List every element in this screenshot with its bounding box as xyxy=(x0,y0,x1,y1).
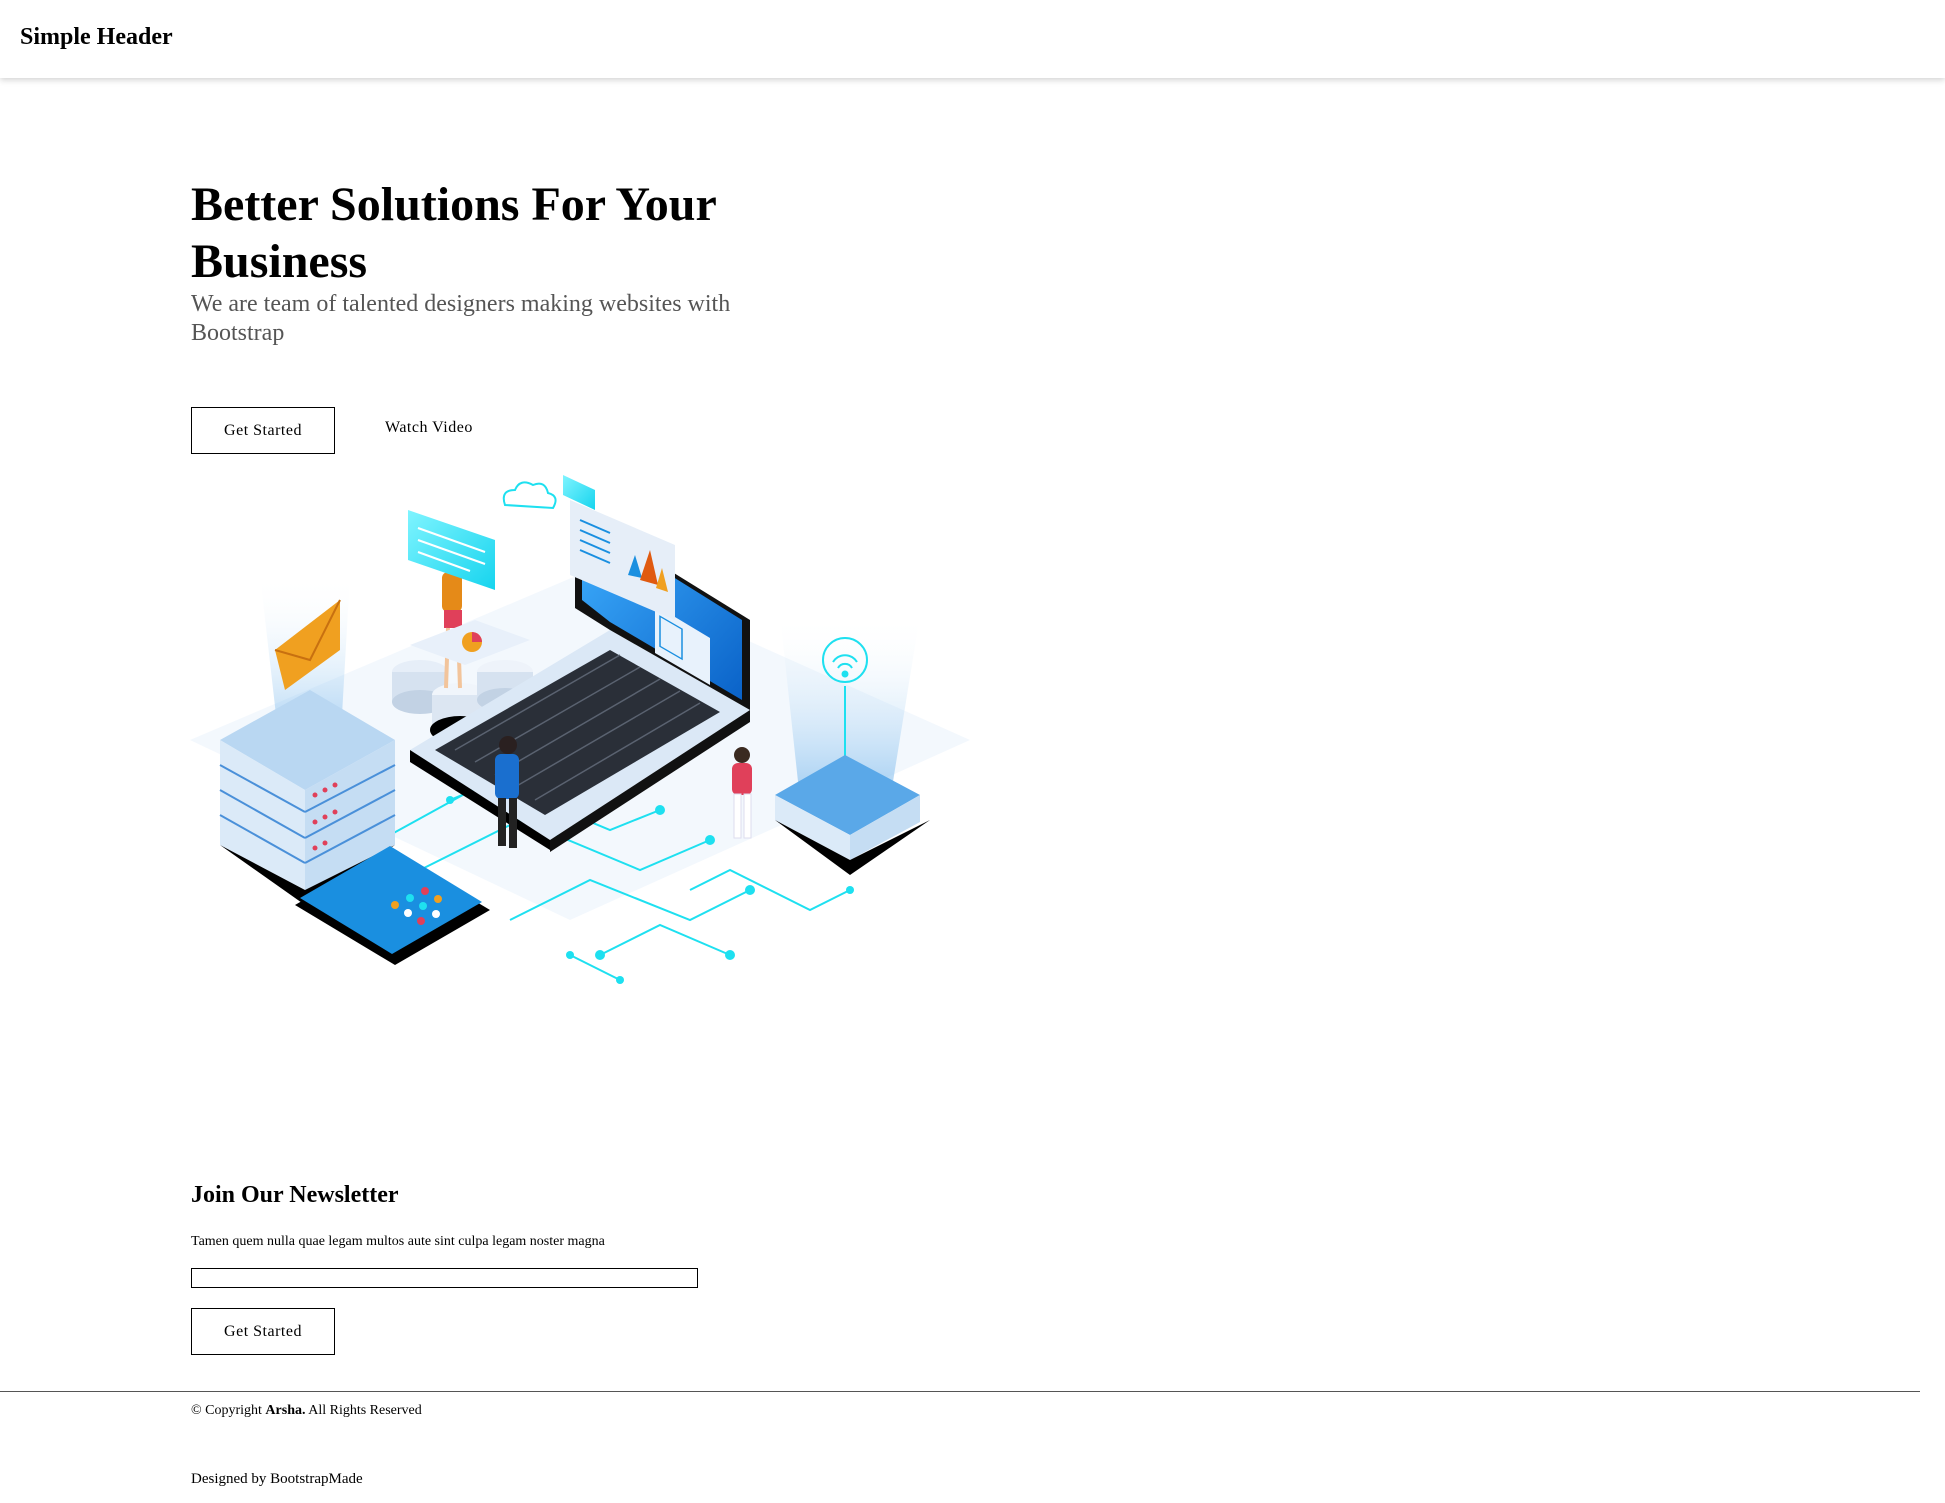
newsletter-title: Join Our Newsletter xyxy=(191,1182,399,1208)
cloud-icon xyxy=(502,481,557,510)
hero-subtitle: We are team of talented designers making… xyxy=(191,291,731,346)
get-started-button[interactable]: Get Started xyxy=(191,407,335,454)
footer-divider xyxy=(0,1391,1920,1392)
newsletter-email-input[interactable] xyxy=(191,1268,698,1288)
hero-title: Better Solutions For Your Business xyxy=(191,178,716,288)
watch-video-link[interactable]: Watch Video xyxy=(385,419,473,437)
hero-illustration xyxy=(190,475,970,984)
footer-copyright: © Copyright Arsha. All Rights Reserved xyxy=(191,1403,422,1419)
newsletter-description: Tamen quem nulla quae legam multos aute … xyxy=(191,1234,605,1249)
copyright-prefix: © Copyright xyxy=(191,1403,266,1418)
site-logo[interactable]: Simple Header xyxy=(20,24,173,51)
copyright-suffix: All Rights Reserved xyxy=(305,1403,422,1418)
site-header: Simple Header xyxy=(0,0,1945,78)
copyright-brand: Arsha. xyxy=(265,1403,306,1418)
newsletter-get-started-button[interactable]: Get Started xyxy=(191,1308,335,1355)
footer-credits: Designed by BootstrapMade xyxy=(191,1471,363,1487)
